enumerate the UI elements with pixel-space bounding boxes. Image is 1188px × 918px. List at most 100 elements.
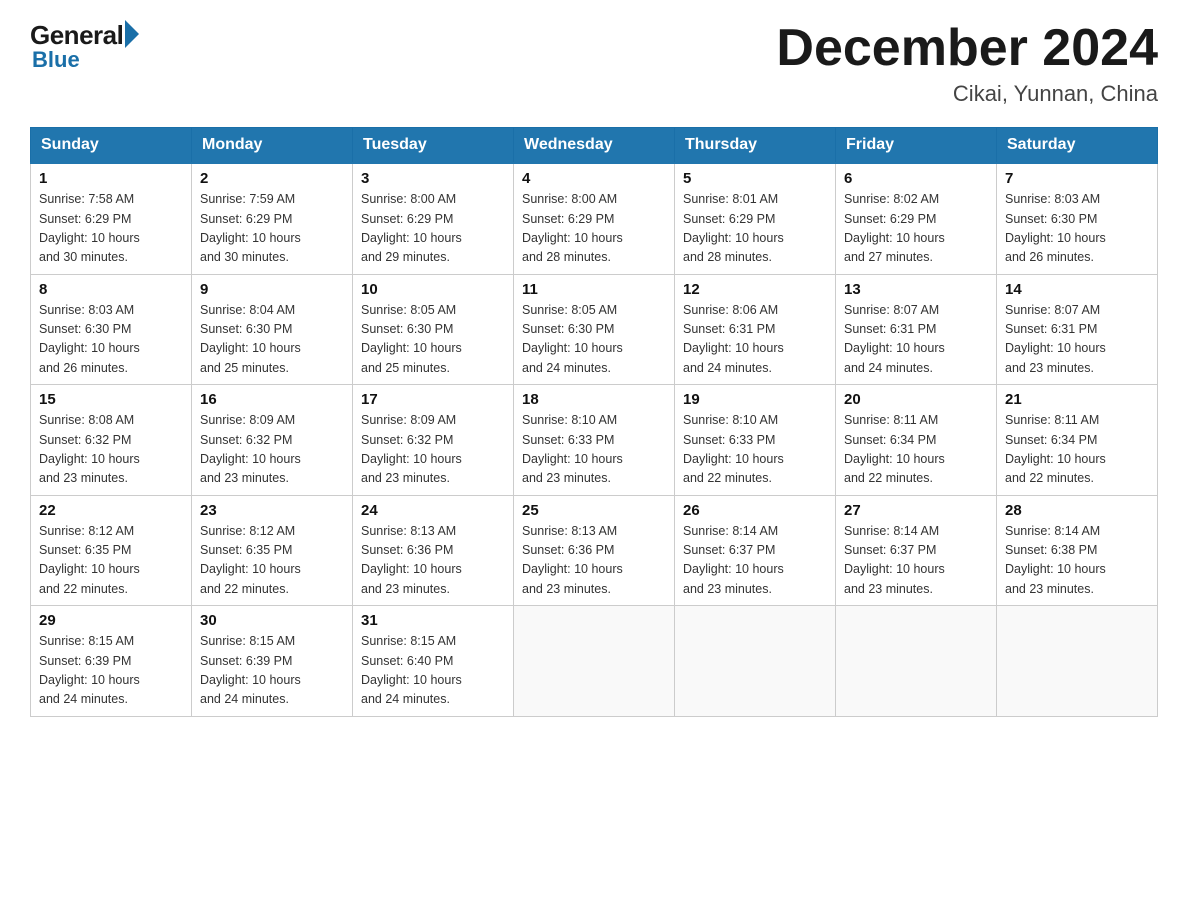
day-info: Sunrise: 8:13 AMSunset: 6:36 PMDaylight:… [522,522,666,600]
page-header: General Blue December 2024 Cikai, Yunnan… [30,20,1158,107]
calendar-cell: 30 Sunrise: 8:15 AMSunset: 6:39 PMDayligh… [192,606,353,717]
calendar-cell [675,606,836,717]
calendar-cell: 27Sunrise: 8:14 AMSunset: 6:37 PMDayligh… [836,495,997,606]
day-info: Sunrise: 8:09 AMSunset: 6:32 PMDaylight:… [200,411,344,489]
day-info: Sunrise: 8:07 AMSunset: 6:31 PMDaylight:… [1005,301,1149,379]
day-number: 13 [844,281,988,298]
day-info: Sunrise: 8:11 AMSunset: 6:34 PMDaylight:… [1005,411,1149,489]
day-number: 15 [39,391,183,408]
day-number: 23 [200,502,344,519]
day-info: Sunrise: 8:12 AMSunset: 6:35 PMDaylight:… [39,522,183,600]
calendar-cell: 17Sunrise: 8:09 AMSunset: 6:32 PMDayligh… [353,385,514,496]
day-number: 7 [1005,170,1149,187]
day-number: 28 [1005,502,1149,519]
day-info: Sunrise: 8:02 AMSunset: 6:29 PMDaylight:… [844,190,988,268]
day-number: 22 [39,502,183,519]
calendar-cell: 5Sunrise: 8:01 AMSunset: 6:29 PMDaylight… [675,163,836,274]
day-info: Sunrise: 8:09 AMSunset: 6:32 PMDaylight:… [361,411,505,489]
week-row-2: 8Sunrise: 8:03 AMSunset: 6:30 PMDaylight… [31,274,1158,385]
day-number: 3 [361,170,505,187]
day-info: Sunrise: 7:59 AMSunset: 6:29 PMDaylight:… [200,190,344,268]
calendar-cell: 20 Sunrise: 8:11 AMSunset: 6:34 PMDayligh… [836,385,997,496]
day-info: Sunrise: 8:14 AMSunset: 6:37 PMDaylight:… [844,522,988,600]
day-info: Sunrise: 8:13 AMSunset: 6:36 PMDaylight:… [361,522,505,600]
col-header-thursday: Thursday [675,128,836,164]
calendar-cell: 21Sunrise: 8:11 AMSunset: 6:34 PMDayligh… [997,385,1158,496]
calendar-cell: 4Sunrise: 8:00 AMSunset: 6:29 PMDaylight… [514,163,675,274]
day-number: 24 [361,502,505,519]
calendar-cell: 29Sunrise: 8:15 AMSunset: 6:39 PMDayligh… [31,606,192,717]
calendar-cell [836,606,997,717]
header-row: SundayMondayTuesdayWednesdayThursdayFrid… [31,128,1158,164]
day-number: 1 [39,170,183,187]
calendar-cell [514,606,675,717]
day-number: 30 [200,612,344,629]
calendar-cell: 19 Sunrise: 8:10 AMSunset: 6:33 PMDayligh… [675,385,836,496]
calendar-cell: 8Sunrise: 8:03 AMSunset: 6:30 PMDaylight… [31,274,192,385]
calendar-table: SundayMondayTuesdayWednesdayThursdayFrid… [30,127,1158,717]
day-info: Sunrise: 8:03 AMSunset: 6:30 PMDaylight:… [1005,190,1149,268]
day-number: 26 [683,502,827,519]
calendar-cell: 1 Sunrise: 7:58 AMSunset: 6:29 PMDaylight… [31,163,192,274]
day-info: Sunrise: 8:14 AMSunset: 6:37 PMDaylight:… [683,522,827,600]
day-info: Sunrise: 8:14 AMSunset: 6:38 PMDaylight:… [1005,522,1149,600]
col-header-sunday: Sunday [31,128,192,164]
location-title: Cikai, Yunnan, China [776,81,1158,107]
calendar-cell: 6 Sunrise: 8:02 AMSunset: 6:29 PMDaylight… [836,163,997,274]
calendar-cell: 18 Sunrise: 8:10 AMSunset: 6:33 PMDayligh… [514,385,675,496]
logo-blue-text: Blue [32,47,80,73]
calendar-cell: 24 Sunrise: 8:13 AMSunset: 6:36 PMDayligh… [353,495,514,606]
col-header-wednesday: Wednesday [514,128,675,164]
day-number: 14 [1005,281,1149,298]
calendar-cell: 3 Sunrise: 8:00 AMSunset: 6:29 PMDaylight… [353,163,514,274]
day-info: Sunrise: 7:58 AMSunset: 6:29 PMDaylight:… [39,190,183,268]
col-header-saturday: Saturday [997,128,1158,164]
day-number: 29 [39,612,183,629]
day-info: Sunrise: 8:04 AMSunset: 6:30 PMDaylight:… [200,301,344,379]
day-info: Sunrise: 8:00 AMSunset: 6:29 PMDaylight:… [361,190,505,268]
calendar-cell: 11Sunrise: 8:05 AMSunset: 6:30 PMDayligh… [514,274,675,385]
title-area: December 2024 Cikai, Yunnan, China [776,20,1158,107]
day-number: 6 [844,170,988,187]
day-number: 25 [522,502,666,519]
day-info: Sunrise: 8:08 AMSunset: 6:32 PMDaylight:… [39,411,183,489]
day-info: Sunrise: 8:05 AMSunset: 6:30 PMDaylight:… [522,301,666,379]
day-info: Sunrise: 8:06 AMSunset: 6:31 PMDaylight:… [683,301,827,379]
calendar-cell: 14 Sunrise: 8:07 AMSunset: 6:31 PMDayligh… [997,274,1158,385]
day-info: Sunrise: 8:15 AMSunset: 6:39 PMDaylight:… [200,632,344,710]
logo-triangle-icon [125,20,139,48]
week-row-1: 1 Sunrise: 7:58 AMSunset: 6:29 PMDaylight… [31,163,1158,274]
calendar-cell: 25 Sunrise: 8:13 AMSunset: 6:36 PMDayligh… [514,495,675,606]
day-number: 19 [683,391,827,408]
day-number: 5 [683,170,827,187]
day-info: Sunrise: 8:03 AMSunset: 6:30 PMDaylight:… [39,301,183,379]
day-number: 16 [200,391,344,408]
col-header-monday: Monday [192,128,353,164]
calendar-cell: 2 Sunrise: 7:59 AMSunset: 6:29 PMDaylight… [192,163,353,274]
calendar-cell: 28 Sunrise: 8:14 AMSunset: 6:38 PMDayligh… [997,495,1158,606]
day-info: Sunrise: 8:10 AMSunset: 6:33 PMDaylight:… [683,411,827,489]
calendar-cell: 12 Sunrise: 8:06 AMSunset: 6:31 PMDayligh… [675,274,836,385]
col-header-tuesday: Tuesday [353,128,514,164]
day-number: 20 [844,391,988,408]
calendar-cell: 9Sunrise: 8:04 AMSunset: 6:30 PMDaylight… [192,274,353,385]
week-row-4: 22 Sunrise: 8:12 AMSunset: 6:35 PMDayligh… [31,495,1158,606]
logo: General Blue [30,20,139,73]
day-number: 4 [522,170,666,187]
day-number: 18 [522,391,666,408]
day-info: Sunrise: 8:11 AMSunset: 6:34 PMDaylight:… [844,411,988,489]
calendar-cell: 15 Sunrise: 8:08 AMSunset: 6:32 PMDayligh… [31,385,192,496]
calendar-cell: 23 Sunrise: 8:12 AMSunset: 6:35 PMDayligh… [192,495,353,606]
day-number: 2 [200,170,344,187]
calendar-cell [997,606,1158,717]
day-info: Sunrise: 8:05 AMSunset: 6:30 PMDaylight:… [361,301,505,379]
day-number: 12 [683,281,827,298]
day-info: Sunrise: 8:10 AMSunset: 6:33 PMDaylight:… [522,411,666,489]
day-info: Sunrise: 8:12 AMSunset: 6:35 PMDaylight:… [200,522,344,600]
day-number: 10 [361,281,505,298]
day-number: 31 [361,612,505,629]
col-header-friday: Friday [836,128,997,164]
week-row-5: 29 Sunrise: 8:15 AMSunset: 6:39 PMDayligh… [31,606,1158,717]
day-info: Sunrise: 8:15 AMSunset: 6:40 PMDaylight:… [361,632,505,710]
calendar-cell: 16 Sunrise: 8:09 AMSunset: 6:32 PMDayligh… [192,385,353,496]
